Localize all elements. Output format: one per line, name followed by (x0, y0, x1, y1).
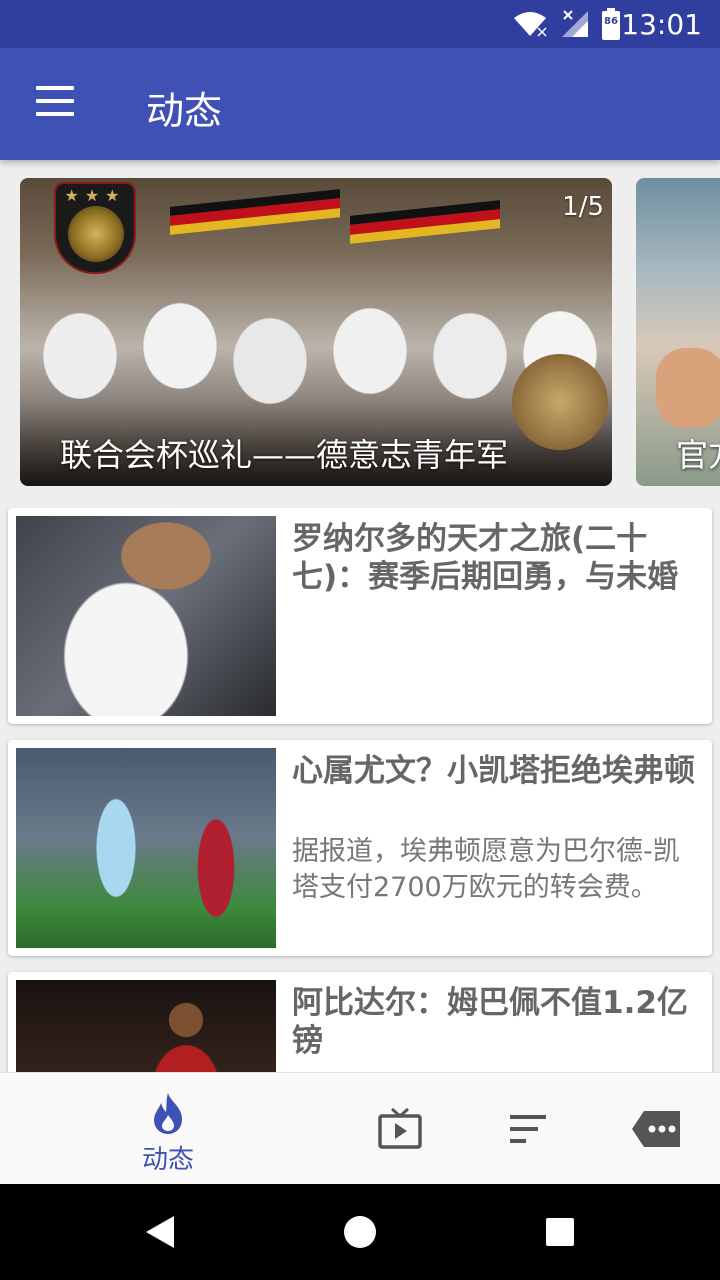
thumbs-up-photo (656, 348, 720, 428)
app-bar: 动态 (0, 48, 720, 160)
recents-icon (546, 1218, 574, 1246)
chat-tag-icon (632, 1111, 680, 1147)
news-card[interactable]: 阿比达尔：姆巴佩不值1.2亿镑 (8, 972, 712, 1072)
battery-icon: 86 (602, 8, 620, 40)
team-crest-logo: ★★★ (54, 182, 136, 274)
page-title: 动态 (146, 89, 223, 133)
banner-caption: 联合会杯巡礼——德意志青年军 (60, 436, 509, 474)
status-bar: 86 13:01 (0, 0, 720, 48)
menu-button[interactable] (36, 86, 76, 120)
news-title: 心属尤文？小凯塔拒绝埃弗顿 (292, 753, 695, 789)
back-button[interactable] (136, 1208, 184, 1256)
news-card[interactable]: 罗纳尔多的天才之旅(二十七)：赛季后期回勇，与未婚 (8, 508, 712, 724)
home-icon (344, 1216, 376, 1248)
news-title: 罗纳尔多的天才之旅(二十七)：赛季后期回勇，与未婚 (292, 521, 679, 595)
recents-button[interactable] (536, 1208, 584, 1256)
news-thumbnail (16, 516, 276, 716)
flame-icon (154, 1093, 182, 1134)
tv-icon (378, 1107, 422, 1149)
news-title: 阿比达尔：姆巴佩不值1.2亿镑 (292, 985, 688, 1059)
flag-graphic (350, 200, 500, 244)
news-feed[interactable]: 罗纳尔多的天才之旅(二十七)：赛季后期回勇，与未婚 心属尤文？小凯塔拒绝埃弗顿 … (0, 508, 720, 1072)
flag-graphic (170, 189, 340, 235)
nav-item-feed-label: 动态 (141, 1145, 194, 1175)
nav-item-sort[interactable] (488, 1073, 568, 1185)
news-thumbnail (16, 980, 276, 1072)
banner-slide-next[interactable]: 官方 (636, 178, 720, 486)
nav-item-tv[interactable] (360, 1073, 440, 1185)
drum-graphic (512, 354, 608, 450)
status-time: 13:01 (621, 8, 702, 41)
news-card[interactable]: 心属尤文？小凯塔拒绝埃弗顿 据报道，埃弗顿愿意为巴尔德-凯塔支付2700万欧元的… (8, 740, 712, 956)
sort-icon (510, 1115, 546, 1143)
home-button[interactable] (336, 1208, 384, 1256)
nav-item-chat[interactable] (616, 1073, 696, 1185)
news-summary: 据报道，埃弗顿愿意为巴尔德-凯塔支付2700万欧元的转会费。 (292, 836, 680, 903)
banner-caption: 官方 (676, 436, 720, 474)
banner-slide[interactable]: ★★★ 1/5 联合会杯巡礼——德意志青年军 (20, 178, 612, 486)
signal-icon (562, 10, 588, 37)
bottom-navigation: 动态 (0, 1072, 720, 1184)
wifi-icon (514, 12, 548, 38)
menu-icon (36, 86, 76, 116)
system-navigation-bar (0, 1184, 720, 1280)
status-icons: 86 (512, 8, 620, 40)
crest-stars: ★★★ (64, 186, 126, 205)
battery-level: 86 (604, 16, 618, 27)
nav-item-feed[interactable]: 动态 (118, 1073, 218, 1185)
back-icon (146, 1216, 174, 1248)
banner-counter: 1/5 (562, 192, 604, 222)
news-thumbnail (16, 748, 276, 948)
